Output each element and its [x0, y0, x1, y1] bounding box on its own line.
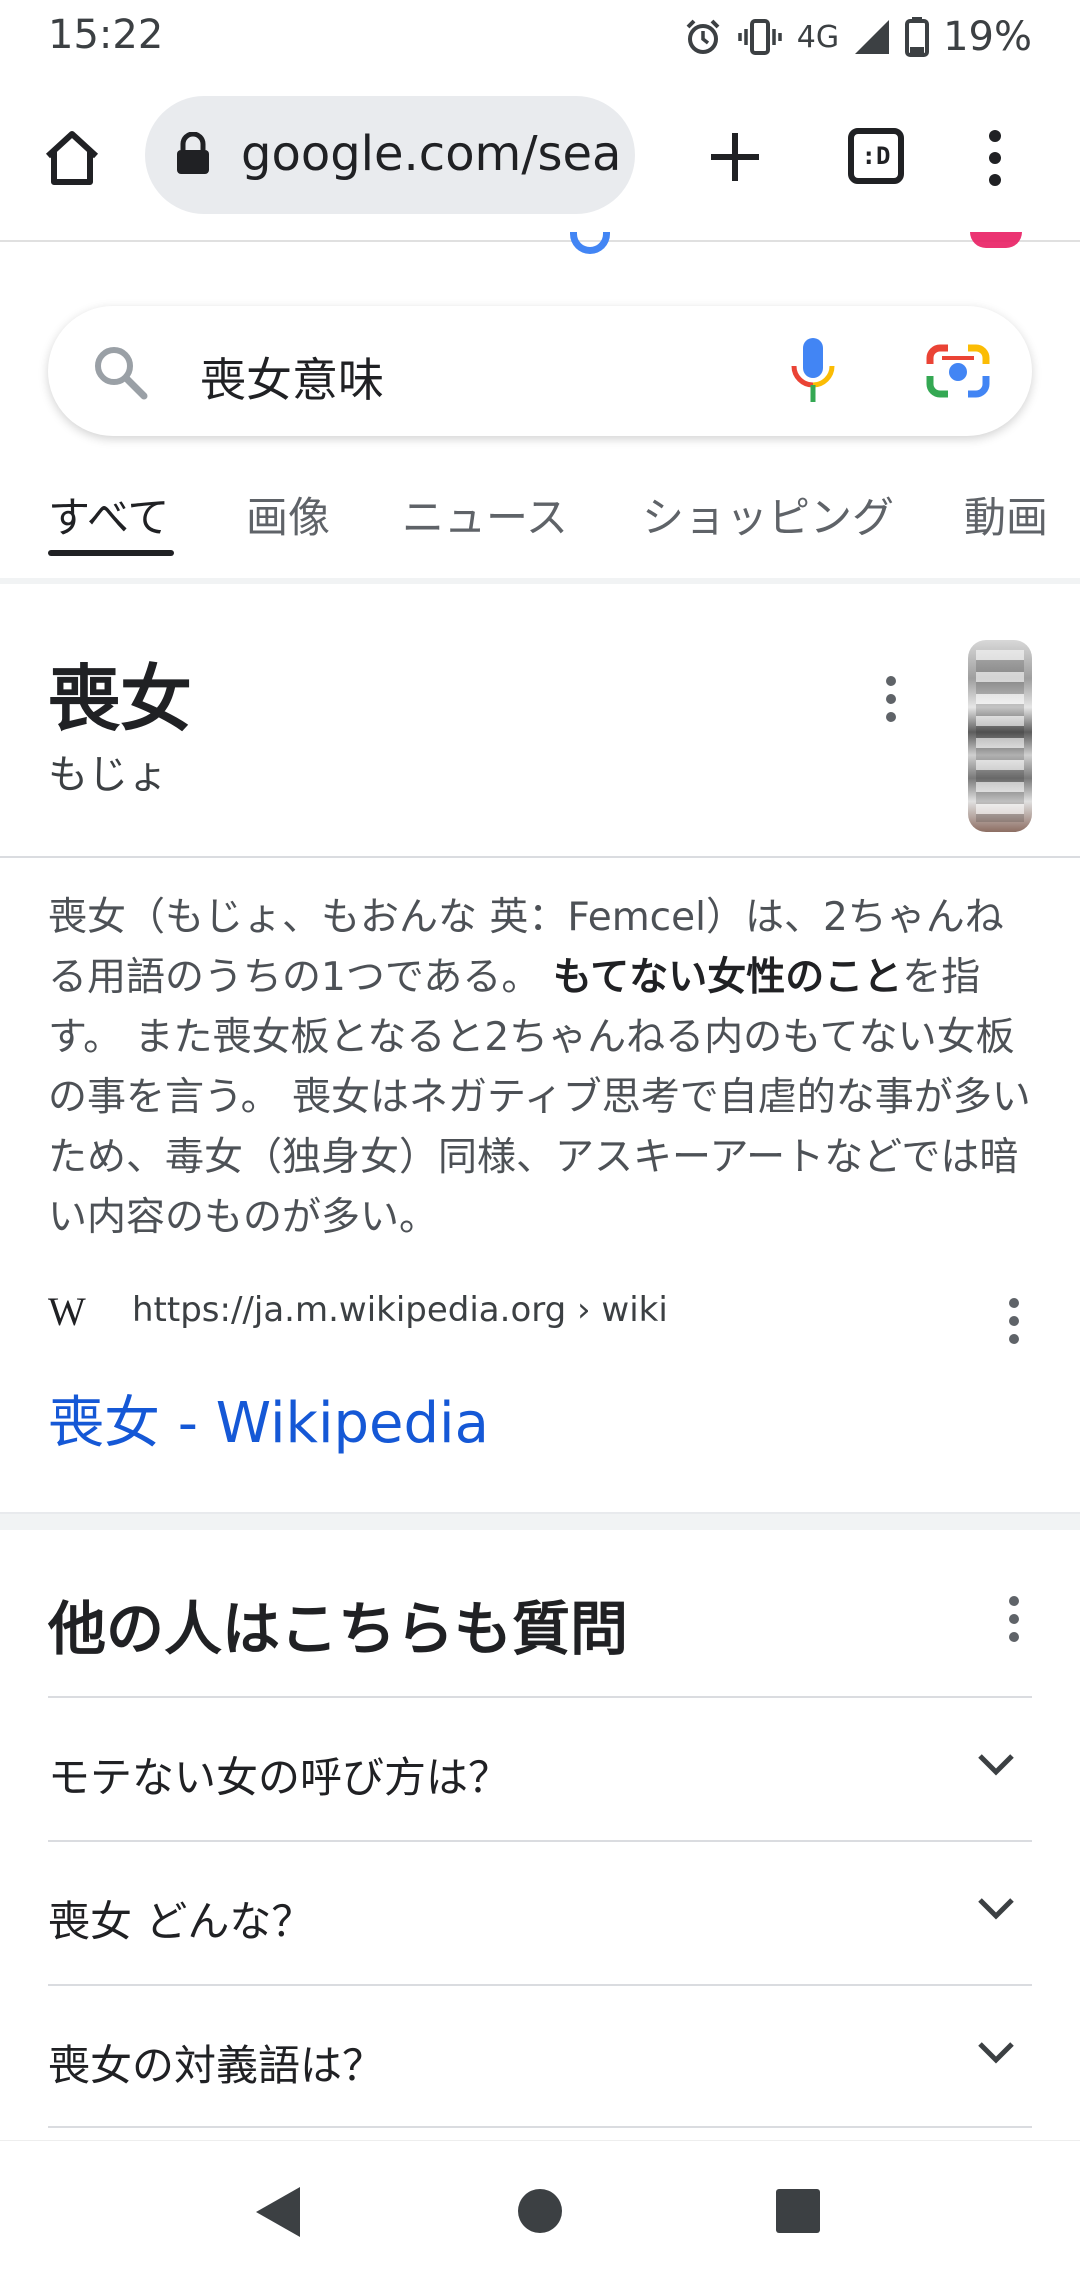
- home-nav-button[interactable]: [518, 2189, 562, 2233]
- search-icon: [95, 347, 148, 400]
- featured-snippet: 喪女（もじょ、もおんな 英：Femcel）は、2ちゃんねる用語のうちの1つである…: [48, 888, 1032, 1248]
- search-box[interactable]: 喪女意味: [48, 306, 1032, 436]
- battery-level: 19%: [943, 14, 1032, 60]
- more-dot-icon: [1009, 1334, 1019, 1344]
- more-dot-icon: [886, 712, 896, 722]
- tab-switcher-button[interactable]: :D: [848, 128, 904, 184]
- paa-question-text: モテない女の呼び方は？: [48, 1753, 511, 1802]
- lock-icon: [177, 132, 209, 174]
- tab-images[interactable]: 画像: [246, 484, 330, 545]
- address-bar[interactable]: google.com/search: [145, 96, 635, 214]
- knowledge-reading: もじょ: [48, 752, 168, 798]
- back-icon[interactable]: [254, 2185, 302, 2239]
- wikipedia-icon: W: [48, 1289, 86, 1334]
- tab-shopping[interactable]: ショッピング: [642, 484, 894, 545]
- tab-news[interactable]: ニュース: [402, 484, 568, 545]
- active-tab-indicator: [48, 550, 174, 556]
- more-dot-icon: [1009, 1596, 1019, 1606]
- tab-videos[interactable]: 動画: [964, 484, 1048, 545]
- network-type: 4G: [796, 19, 840, 55]
- battery-icon: [905, 17, 930, 57]
- new-tab-button[interactable]: [700, 122, 770, 192]
- more-dot-icon: [1009, 1316, 1019, 1326]
- paa-question-text: 喪女の対義語は？: [48, 2041, 385, 2090]
- people-also-ask-title: 他の人はこちらも質問: [48, 1595, 629, 1663]
- snippet-highlight: もてない女性のこと: [552, 955, 903, 1000]
- alarm-icon: [686, 19, 720, 54]
- knowledge-divider: [0, 856, 1080, 858]
- google-lens-icon[interactable]: [926, 342, 990, 400]
- source-url[interactable]: https://ja.m.wikipedia.org › wiki: [132, 1290, 668, 1330]
- more-dot-icon: [886, 676, 896, 686]
- microphone-icon[interactable]: [788, 336, 838, 406]
- avatar-fragment[interactable]: [970, 232, 1022, 248]
- section-separator: [0, 1512, 1080, 1530]
- signal-icon: [855, 20, 890, 54]
- vibrate-icon: [738, 19, 782, 55]
- knowledge-title: 喪女: [48, 657, 193, 741]
- chevron-down-icon: [978, 1754, 1014, 1776]
- result-title-link[interactable]: 喪女 - Wikipedia: [48, 1378, 489, 1459]
- paa-question-text: 喪女 どんな？: [48, 1897, 314, 1946]
- system-nav-bar: [0, 2140, 1080, 2280]
- google-logo-fragment: [570, 232, 610, 254]
- tabs-divider: [0, 578, 1080, 584]
- tab-all[interactable]: すべて: [48, 484, 169, 545]
- menu-dot-icon: [989, 174, 1001, 186]
- search-query[interactable]: 喪女意味: [200, 344, 384, 410]
- result-more-button[interactable]: [999, 1298, 1029, 1344]
- paa-more-button[interactable]: [999, 1596, 1029, 1642]
- chevron-down-icon: [978, 2042, 1014, 2064]
- browser-menu-button[interactable]: [970, 122, 1020, 194]
- more-dot-icon: [1009, 1632, 1019, 1642]
- status-icons: 4G 19%: [683, 12, 1032, 62]
- home-icon: [45, 131, 99, 185]
- plus-icon: [711, 133, 759, 181]
- status-bar: 15:22 4G 19%: [0, 0, 1080, 72]
- chevron-down-icon: [978, 1898, 1014, 1920]
- knowledge-more-button[interactable]: [876, 676, 906, 722]
- url-text: google.com/search: [241, 126, 621, 182]
- paa-question[interactable]: モテない女の呼び方は？: [48, 1696, 1032, 1840]
- menu-dot-icon: [989, 130, 1001, 142]
- search-tabs: すべて 画像 ニュース ショッピング 動画: [0, 470, 1080, 580]
- home-button[interactable]: [36, 122, 108, 194]
- knowledge-thumbnail[interactable]: [968, 640, 1032, 832]
- menu-dot-icon: [989, 152, 1001, 164]
- more-dot-icon: [1009, 1298, 1019, 1308]
- more-dot-icon: [886, 694, 896, 704]
- paa-question[interactable]: 喪女の対義語は？: [48, 1984, 1032, 2128]
- recents-nav-button[interactable]: [776, 2189, 820, 2233]
- browser-toolbar: google.com/search :D: [0, 72, 1080, 242]
- status-time: 15:22: [48, 12, 164, 58]
- more-dot-icon: [1009, 1614, 1019, 1624]
- source-row[interactable]: W https://ja.m.wikipedia.org › wiki: [48, 1286, 1032, 1336]
- paa-question[interactable]: 喪女 どんな？: [48, 1840, 1032, 1984]
- paa-divider: [48, 2126, 1032, 2128]
